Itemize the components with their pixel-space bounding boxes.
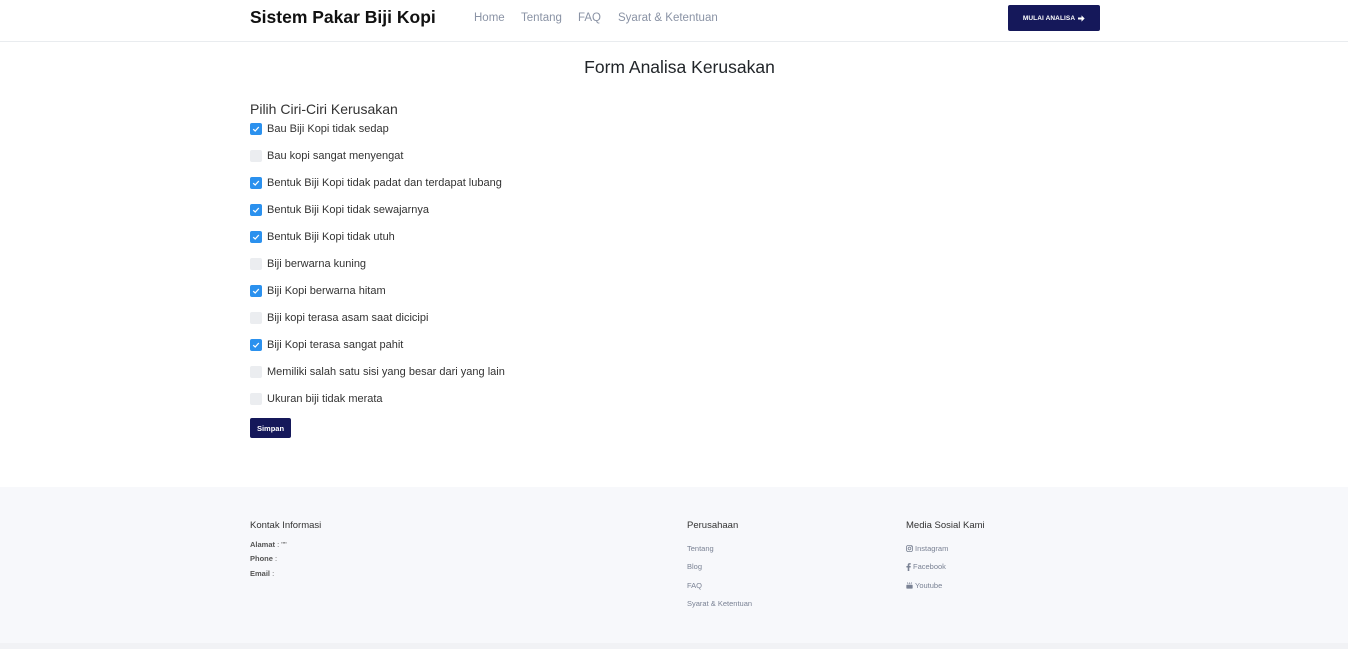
footer-social-heading: Media Sosial Kami: [906, 520, 985, 531]
mulai-analisa-label: MULAI ANALISA: [1022, 14, 1076, 22]
checkbox[interactable]: [250, 150, 262, 162]
footer-contact-heading: Kontak Informasi: [250, 520, 322, 531]
nav-link-tentang[interactable]: Tentang: [521, 12, 562, 24]
checkbox[interactable]: [250, 177, 262, 189]
mulai-analisa-button[interactable]: MULAI ANALISA: [1008, 5, 1100, 31]
option-item[interactable]: Biji Kopi berwarna hitam: [250, 284, 386, 298]
nav-link-syarat-ketentuan[interactable]: Syarat & Ketentuan: [618, 12, 718, 24]
footer-link-blog[interactable]: Blog: [687, 562, 702, 571]
email-value: :: [272, 569, 275, 578]
option-label: Bau kopi sangat menyengat: [267, 150, 404, 162]
nav-link-home[interactable]: Home: [474, 12, 505, 24]
option-label: Biji berwarna kuning: [267, 258, 367, 270]
option-label: Bentuk Biji Kopi tidak padat dan terdapa…: [267, 177, 502, 189]
option-item[interactable]: Biji berwarna kuning: [250, 257, 366, 271]
option-label: Bentuk Biji Kopi tidak sewajarnya: [267, 204, 430, 216]
checkbox[interactable]: [250, 204, 262, 216]
footer-company-heading: Perusahaan: [687, 520, 739, 531]
page-title: Form Analisa Kerusakan: [584, 57, 775, 77]
footer: Kontak Informasi Alamat : "" Phone : Ema…: [0, 487, 1348, 649]
option-item[interactable]: Bau Biji Kopi tidak sedap: [250, 122, 389, 136]
option-item[interactable]: Memiliki salah satu sisi yang besar dari…: [250, 365, 505, 379]
youtube-icon: [906, 582, 913, 589]
phone-value: :: [275, 554, 278, 563]
footer-email: Email :: [250, 569, 274, 578]
checkbox[interactable]: [250, 339, 262, 351]
option-label: Biji kopi terasa asam saat dicicipi: [267, 312, 429, 324]
option-item[interactable]: Bentuk Biji Kopi tidak padat dan terdapa…: [250, 176, 502, 190]
address-label: Alamat: [250, 540, 276, 549]
email-label: Email: [250, 569, 271, 578]
instagram-icon: [906, 545, 913, 552]
arrow-right-icon: [1078, 14, 1085, 22]
option-label: Biji Kopi terasa sangat pahit: [267, 339, 404, 351]
instagram-label: Instagram: [915, 544, 949, 553]
footer-link-faq[interactable]: FAQ: [687, 581, 702, 590]
checkbox[interactable]: [250, 231, 262, 243]
section-label: Pilih Ciri-Ciri Kerusakan: [250, 101, 398, 117]
phone-label: Phone: [250, 554, 273, 563]
top-navbar: Sistem Pakar Biji Kopi Home Tentang FAQ …: [0, 0, 1348, 42]
footer-address: Alamat : "": [250, 540, 287, 549]
simpan-button[interactable]: Simpan: [250, 418, 291, 438]
option-label: Biji Kopi berwarna hitam: [267, 285, 386, 297]
footer-link-instagram[interactable]: Instagram: [906, 544, 948, 553]
footer-link-tentang[interactable]: Tentang: [687, 544, 714, 553]
option-label: Bentuk Biji Kopi tidak utuh: [267, 231, 395, 243]
option-item[interactable]: Biji kopi terasa asam saat dicicipi: [250, 311, 428, 325]
option-item[interactable]: Ukuran biji tidak merata: [250, 392, 383, 406]
brand-logo[interactable]: Sistem Pakar Biji Kopi: [250, 7, 436, 28]
footer-link-youtube[interactable]: Youtube: [906, 581, 942, 590]
footer-link-syarat-ketentuan[interactable]: Syarat & Ketentuan: [687, 599, 752, 608]
option-item[interactable]: Bentuk Biji Kopi tidak utuh: [250, 230, 395, 244]
address-value: : "": [277, 540, 287, 549]
nav-link-faq[interactable]: FAQ: [578, 12, 601, 24]
footer-bottom-bar: [0, 643, 1348, 649]
checkbox[interactable]: [250, 285, 262, 297]
checkbox[interactable]: [250, 312, 262, 324]
checkbox[interactable]: [250, 393, 262, 405]
option-label: Ukuran biji tidak merata: [267, 393, 383, 405]
option-label: Bau Biji Kopi tidak sedap: [267, 123, 389, 135]
youtube-label: Youtube: [915, 581, 943, 590]
option-item[interactable]: Biji Kopi terasa sangat pahit: [250, 338, 403, 352]
option-item[interactable]: Bau kopi sangat menyengat: [250, 149, 403, 163]
option-label: Memiliki salah satu sisi yang besar dari…: [267, 366, 505, 378]
facebook-icon: [906, 562, 911, 571]
checkbox[interactable]: [250, 123, 262, 135]
footer-phone: Phone :: [250, 554, 277, 563]
checkbox[interactable]: [250, 366, 262, 378]
checkbox[interactable]: [250, 258, 262, 270]
facebook-label: Facebook: [913, 562, 946, 571]
footer-link-facebook[interactable]: Facebook: [906, 562, 946, 571]
option-item[interactable]: Bentuk Biji Kopi tidak sewajarnya: [250, 203, 429, 217]
